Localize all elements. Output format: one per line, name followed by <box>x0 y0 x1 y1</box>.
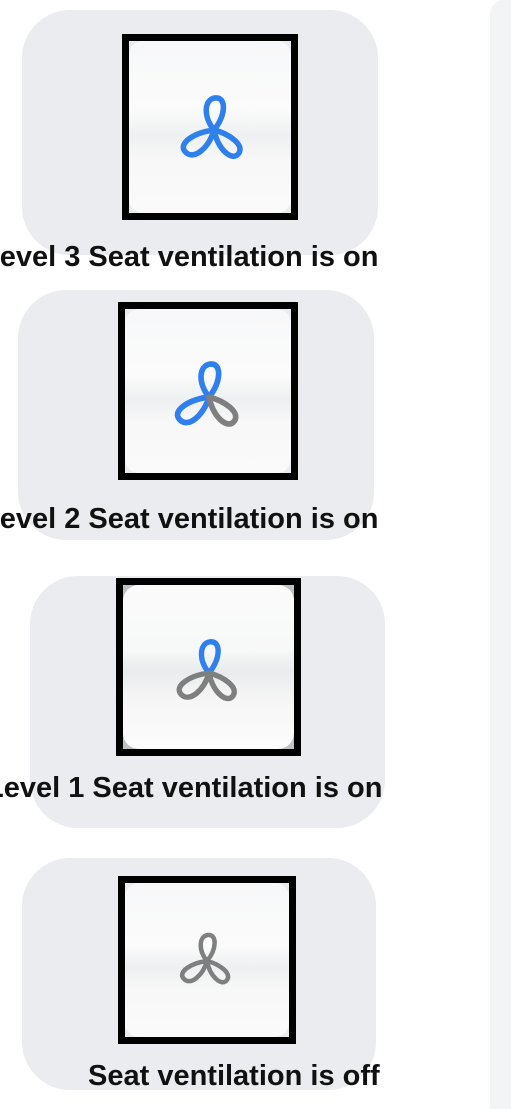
ventilation-level-2-button[interactable] <box>118 302 298 480</box>
fan-blade-left <box>180 958 210 984</box>
fan-icon <box>176 639 237 702</box>
fan-blade-left <box>180 127 217 158</box>
fan-blade-top <box>198 639 221 676</box>
fan-blade-right <box>206 394 239 427</box>
fan-icon <box>180 932 231 985</box>
fan-blade-right <box>204 958 231 985</box>
fan-blade-top <box>198 361 222 400</box>
fan-icon <box>174 361 239 427</box>
side-panel <box>490 0 511 1109</box>
fan-blade-left <box>174 394 212 426</box>
fan-blade-right <box>206 670 237 702</box>
fan-blade-left <box>176 670 212 700</box>
fan-icon <box>180 95 243 159</box>
ventilation-level-2-label: Level 2 Seat ventilation is on <box>0 503 379 535</box>
ventilation-level-1-button[interactable] <box>116 578 301 756</box>
fan-blade-top <box>198 932 217 964</box>
ventilation-level-3-button[interactable] <box>122 34 298 220</box>
ventilation-level-1-label: Level 1 Seat ventilation is on <box>0 772 383 804</box>
fan-blade-right <box>211 127 243 159</box>
ventilation-off-label: Seat ventilation is off <box>88 1060 380 1092</box>
fan-blade-top <box>203 95 227 133</box>
ventilation-level-3-label: Level 3 Seat ventilation is on <box>0 241 379 273</box>
ventilation-off-button[interactable] <box>118 876 296 1044</box>
